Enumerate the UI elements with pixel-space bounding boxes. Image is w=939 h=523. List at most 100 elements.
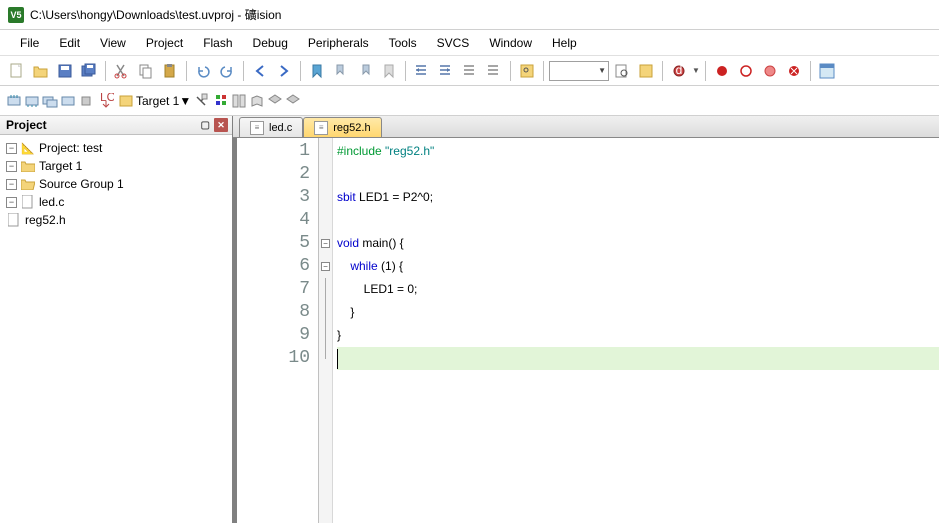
- tree-label: reg52.h: [25, 213, 66, 227]
- app-icon: V5: [8, 7, 24, 23]
- bookmark-toggle-button[interactable]: [306, 60, 328, 82]
- find-combo[interactable]: ▼: [549, 61, 609, 81]
- nav-forward-button[interactable]: [273, 60, 295, 82]
- menu-flash[interactable]: Flash: [193, 32, 242, 54]
- toolbar-main: ▼ d ▼: [0, 56, 939, 86]
- tab-label: led.c: [269, 122, 292, 134]
- project-panel: Project ▢ ✕ − 📐 Project: test − Target 1…: [0, 116, 233, 523]
- toolbar-build: LOAD Target 1▼: [0, 86, 939, 116]
- rebuild-button[interactable]: [42, 93, 58, 109]
- menu-tools[interactable]: Tools: [379, 32, 427, 54]
- tab-reg52-h[interactable]: ≡ reg52.h: [303, 117, 381, 137]
- close-panel-button[interactable]: ✕: [214, 118, 228, 132]
- folder-icon: [20, 159, 36, 173]
- uncomment-button[interactable]: [483, 60, 505, 82]
- pin-icon[interactable]: ▢: [201, 120, 210, 131]
- code-area[interactable]: 12345678910 −− #include "reg52.h"sbit LE…: [233, 138, 939, 523]
- nav-back-button[interactable]: [249, 60, 271, 82]
- bookmark-prev-button[interactable]: [330, 60, 352, 82]
- batch-build-button[interactable]: [60, 93, 76, 109]
- build-button[interactable]: [24, 93, 40, 109]
- project-panel-title: Project: [6, 118, 47, 132]
- new-file-button[interactable]: [6, 60, 28, 82]
- window-config-button[interactable]: [816, 60, 838, 82]
- redo-button[interactable]: [216, 60, 238, 82]
- titlebar: V5 C:\Users\hongy\Downloads\test.uvproj …: [0, 0, 939, 30]
- target-selector[interactable]: Target 1▼: [136, 94, 191, 108]
- menu-view[interactable]: View: [90, 32, 136, 54]
- cut-button[interactable]: [111, 60, 133, 82]
- tree-label: Project: test: [39, 141, 102, 155]
- menubar: FileEditViewProjectFlashDebugPeripherals…: [0, 30, 939, 56]
- tree-project-root[interactable]: − 📐 Project: test: [2, 139, 230, 157]
- debug-button[interactable]: d: [668, 60, 690, 82]
- menu-edit[interactable]: Edit: [49, 32, 90, 54]
- tree-label: Target 1: [39, 159, 82, 173]
- pack-button[interactable]: [285, 93, 301, 109]
- collapse-icon[interactable]: −: [6, 143, 17, 154]
- tree-file-reg52-h[interactable]: reg52.h: [2, 211, 230, 229]
- target-selector-label: Target 1: [136, 94, 179, 108]
- outdent-button[interactable]: [435, 60, 457, 82]
- find-in-files-button[interactable]: [611, 60, 633, 82]
- tab-label: reg52.h: [333, 122, 370, 134]
- pack-installer-button[interactable]: [267, 93, 283, 109]
- project-icon: 📐: [20, 141, 36, 155]
- code-content[interactable]: #include "reg52.h"sbit LED1 = P2^0;void …: [333, 138, 939, 523]
- bookmark-clear-button[interactable]: [378, 60, 400, 82]
- paste-button[interactable]: [159, 60, 181, 82]
- file-extensions-button[interactable]: [213, 93, 229, 109]
- open-file-button[interactable]: [30, 60, 52, 82]
- fold-gutter[interactable]: −−: [319, 138, 333, 523]
- menu-file[interactable]: File: [10, 32, 49, 54]
- tree-label: led.c: [39, 195, 64, 209]
- translate-button[interactable]: [6, 93, 22, 109]
- menu-svcs[interactable]: SVCS: [427, 32, 480, 54]
- svg-text:LOAD: LOAD: [100, 93, 114, 104]
- options-button[interactable]: [193, 93, 209, 109]
- folder-open-icon: [20, 177, 36, 191]
- undo-button[interactable]: [192, 60, 214, 82]
- file-icon: [20, 195, 36, 209]
- menu-debug[interactable]: Debug: [243, 32, 298, 54]
- menu-help[interactable]: Help: [542, 32, 587, 54]
- menu-window[interactable]: Window: [479, 32, 542, 54]
- manage-env-button[interactable]: [231, 93, 247, 109]
- indent-button[interactable]: [411, 60, 433, 82]
- collapse-icon[interactable]: −: [6, 161, 17, 172]
- collapse-icon[interactable]: −: [6, 197, 17, 208]
- window-title: C:\Users\hongy\Downloads\test.uvproj - 礦…: [30, 6, 281, 23]
- comment-button[interactable]: [459, 60, 481, 82]
- find-button[interactable]: [516, 60, 538, 82]
- project-panel-header: Project ▢ ✕: [0, 116, 232, 135]
- books-button[interactable]: [249, 93, 265, 109]
- copy-button[interactable]: [135, 60, 157, 82]
- save-all-button[interactable]: [78, 60, 100, 82]
- breakpoint-toggle-button[interactable]: [735, 60, 757, 82]
- file-icon: [6, 213, 22, 227]
- svg-text:d: d: [676, 63, 683, 77]
- download-button[interactable]: LOAD: [98, 93, 114, 109]
- editor-area: ≡ led.c ≡ reg52.h 12345678910 −− #include "…: [233, 116, 939, 523]
- file-icon: ≡: [250, 121, 264, 135]
- breakpoint-kill-button[interactable]: [783, 60, 805, 82]
- project-tree[interactable]: − 📐 Project: test − Target 1 − Source Gr…: [0, 135, 232, 523]
- find-next-button[interactable]: [635, 60, 657, 82]
- breakpoint-disable-button[interactable]: [759, 60, 781, 82]
- bookmark-next-button[interactable]: [354, 60, 376, 82]
- stop-build-button[interactable]: [78, 93, 94, 109]
- line-number-gutter: 12345678910: [237, 138, 319, 523]
- menu-peripherals[interactable]: Peripherals: [298, 32, 379, 54]
- tree-file-led-c[interactable]: − led.c: [2, 193, 230, 211]
- save-button[interactable]: [54, 60, 76, 82]
- tree-source-group[interactable]: − Source Group 1: [2, 175, 230, 193]
- main-area: Project ▢ ✕ − 📐 Project: test − Target 1…: [0, 116, 939, 523]
- collapse-icon[interactable]: −: [6, 179, 17, 190]
- file-icon: ≡: [314, 121, 328, 135]
- target-options-button[interactable]: [118, 93, 134, 109]
- tree-label: Source Group 1: [39, 177, 124, 191]
- menu-project[interactable]: Project: [136, 32, 193, 54]
- breakpoint-insert-button[interactable]: [711, 60, 733, 82]
- tab-led-c[interactable]: ≡ led.c: [239, 117, 303, 137]
- tree-target[interactable]: − Target 1: [2, 157, 230, 175]
